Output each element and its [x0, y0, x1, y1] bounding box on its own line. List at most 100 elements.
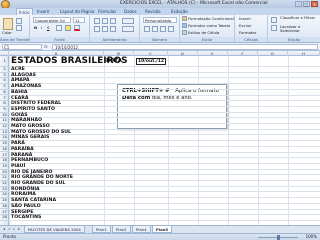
- sort-filter-button[interactable]: Classificar e Filtrar: [280, 16, 318, 20]
- font-size-box[interactable]: 11: [73, 17, 85, 23]
- gridline: [9, 145, 320, 147]
- align-bottom-icon[interactable]: [110, 18, 116, 24]
- sheet-tab-plan1[interactable]: Plan1: [92, 226, 111, 233]
- sheet-tab-plan4[interactable]: Plan4: [132, 226, 151, 233]
- align-top-icon[interactable]: [94, 18, 100, 24]
- comma-icon[interactable]: [160, 26, 166, 32]
- gridline: [9, 191, 320, 193]
- cell-styles-button[interactable]: Estilos de Célula: [188, 30, 219, 35]
- font-color-icon[interactable]: [74, 25, 80, 31]
- cell-styles-icon: [182, 30, 187, 35]
- percent-icon[interactable]: [152, 26, 158, 32]
- group-font: Copperplate Go 11 N I S Fonte: [30, 15, 90, 42]
- number-format-box[interactable]: Personalizado: [143, 17, 177, 23]
- tab-inicio[interactable]: Início: [16, 8, 33, 15]
- format-table-button[interactable]: Formatar como Tabela: [188, 23, 230, 28]
- gridline: [9, 117, 320, 119]
- align-right-icon[interactable]: [110, 26, 116, 32]
- minimize-button[interactable]: –: [295, 1, 302, 7]
- italic-icon[interactable]: I: [41, 25, 42, 30]
- prev-sheet-icon[interactable]: ◃: [7, 227, 11, 232]
- name-box[interactable]: C1: [2, 44, 42, 50]
- sheet-tab-plan5[interactable]: Plan5: [152, 226, 172, 233]
- formula-input[interactable]: 10/10/2012: [52, 44, 318, 50]
- tab-layout[interactable]: Layout da Página: [60, 8, 94, 15]
- decimal-icon[interactable]: [168, 26, 174, 32]
- excel-window: EXERCICIOS EXCEL - ATALHOS (C) - Microso…: [0, 0, 320, 240]
- gridline: [9, 219, 320, 221]
- zoom-level[interactable]: 100%: [306, 234, 317, 240]
- format-cells-button[interactable]: Formatar: [239, 30, 256, 35]
- last-sheet-icon[interactable]: ▸: [17, 227, 21, 232]
- fill-color-icon[interactable]: [65, 25, 71, 31]
- tab-dados[interactable]: Dados: [124, 8, 137, 15]
- sheet-tab-plan2[interactable]: Plan2: [112, 226, 131, 233]
- insert-cells-button[interactable]: Inserir: [239, 16, 251, 21]
- group-label-clipboard: Área de Transferência: [0, 37, 42, 42]
- tab-formulas[interactable]: Fórmulas: [98, 8, 116, 15]
- group-number: Personalizado Número: [140, 15, 180, 42]
- bold-icon[interactable]: N: [34, 25, 37, 30]
- cut-icon[interactable]: [16, 18, 22, 24]
- underline-icon[interactable]: S: [47, 25, 49, 30]
- group-alignment: Alinhamento: [90, 15, 140, 42]
- borders-icon[interactable]: [56, 25, 62, 31]
- tab-exibicao[interactable]: Exibição: [171, 8, 188, 15]
- merge-icon[interactable]: [122, 26, 134, 32]
- gridline: [9, 214, 320, 216]
- row-header[interactable]: 1: [0, 56, 9, 67]
- window-controls: – □ x: [295, 1, 318, 7]
- group-label-cells: Células: [235, 37, 267, 42]
- gridline: [9, 83, 320, 85]
- conditional-format-button[interactable]: Formatação Condicional: [188, 16, 234, 21]
- date-cell-c1[interactable]: 10/out./12: [136, 58, 166, 65]
- gridline: [9, 66, 320, 67]
- paste-label[interactable]: Colar: [2, 30, 12, 35]
- first-sheet-icon[interactable]: ◂: [2, 227, 6, 232]
- group-cells: Inserir Excluir Formatar Células: [235, 15, 268, 42]
- group-label-editing: Edição: [268, 37, 320, 42]
- wrap-text-icon[interactable]: [122, 18, 134, 24]
- maximize-button[interactable]: □: [303, 1, 310, 7]
- gridline: [9, 151, 320, 153]
- gridline: [9, 71, 320, 73]
- delete-cells-button[interactable]: Excluir: [239, 23, 252, 28]
- zoom-slider-knob[interactable]: [277, 235, 280, 240]
- row-header[interactable]: 28: [0, 215, 9, 221]
- gridline: [9, 94, 320, 96]
- cell-area[interactable]: ESTADOS BRASILEIROS DATA 10/out./12 CTRL…: [9, 56, 320, 225]
- currency-icon[interactable]: [144, 26, 150, 32]
- find-select-button[interactable]: Localizar e Selecionar: [280, 25, 318, 33]
- window-title: EXERCICIOS EXCEL - ATALHOS (C) - Microso…: [120, 1, 268, 6]
- group-label-styles: Estilo: [180, 37, 234, 42]
- fx-icon[interactable]: fx: [44, 44, 48, 50]
- state-cell[interactable]: TOCANTINS: [11, 215, 41, 221]
- align-middle-icon[interactable]: [102, 18, 108, 24]
- fill-icon[interactable]: [271, 25, 277, 31]
- font-name-box[interactable]: Copperplate Go: [33, 17, 71, 23]
- group-label-alignment: Alinhamento: [90, 37, 139, 42]
- gridline: [9, 162, 320, 164]
- next-sheet-icon[interactable]: ▹: [12, 227, 16, 232]
- align-center-icon[interactable]: [102, 26, 108, 32]
- group-editing: Classificar e Filtrar Localizar e Seleci…: [268, 15, 320, 42]
- autosum-icon[interactable]: [271, 17, 277, 23]
- sheet-tab-pacotes[interactable]: PACOTES DE VIAGENS 2004: [24, 226, 85, 233]
- tab-revisao[interactable]: Revisão: [145, 8, 161, 15]
- gridline: [9, 140, 320, 142]
- close-button[interactable]: x: [311, 1, 318, 7]
- group-label-number: Número: [140, 37, 179, 42]
- gridline: [9, 88, 320, 90]
- gridline: [9, 123, 320, 124]
- copy-icon[interactable]: [16, 25, 22, 31]
- gridline: [9, 77, 320, 79]
- status-mode: Pronto: [3, 234, 16, 239]
- tab-inserir[interactable]: Inserir: [37, 8, 50, 15]
- row-headers: 1 2 3 4 5 6 7 8 9 10 11 12 13 14 15 16 17 18 19 20 21 22 23 24 2…: [0, 56, 9, 225]
- paste-icon[interactable]: [3, 18, 13, 30]
- group-styles: Formatação Condicional Formatar como Tab…: [180, 15, 235, 42]
- title-bar: EXERCICIOS EXCEL - ATALHOS (C) - Microso…: [0, 0, 320, 9]
- ribbon: Colar Área de Transferência Copperplate …: [0, 15, 320, 43]
- align-left-icon[interactable]: [94, 26, 100, 32]
- gridline: [9, 208, 320, 210]
